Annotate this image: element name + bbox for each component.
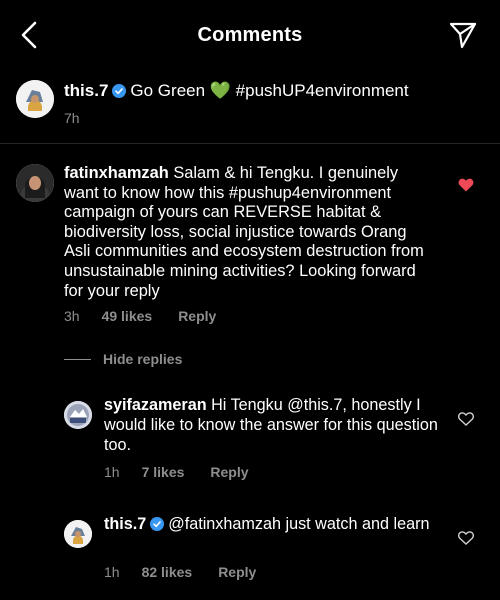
back-button[interactable] xyxy=(14,20,44,50)
reply-button[interactable]: Reply xyxy=(210,464,248,480)
page-title: Comments xyxy=(197,23,303,46)
post-caption: this.7 Go Green 💚 #pushUP4environment 7h xyxy=(0,70,500,142)
comment-text: Salam & hi Tengku. I genuinely want to k… xyxy=(64,164,424,300)
like-button[interactable] xyxy=(457,531,475,550)
avatar-image xyxy=(64,401,92,429)
avatar-image xyxy=(64,520,92,548)
avatar[interactable] xyxy=(16,164,54,202)
reply-text: @fatinxhamzah just watch and learn xyxy=(168,515,430,533)
reply-likes[interactable]: 82 likes xyxy=(142,564,193,580)
caption-time: 7h xyxy=(64,110,80,126)
heart-outline-icon xyxy=(457,412,475,426)
reply-time: 1h xyxy=(104,464,120,480)
reply-username[interactable]: syifazameran xyxy=(104,396,207,414)
comments-screen: Comments this.7 Go Green 💚 #pushUP4enviro… xyxy=(0,0,500,600)
avatar-image xyxy=(16,80,54,118)
heart-outline-icon xyxy=(457,531,475,545)
caption-text: Go Green 💚 #pushUP4environment xyxy=(130,81,409,100)
avatar[interactable] xyxy=(64,401,92,429)
avatar[interactable] xyxy=(64,520,92,548)
comment-username[interactable]: fatinxhamzah xyxy=(64,164,169,182)
reply-meta: 1h 7 likes Reply xyxy=(104,464,249,480)
reply-username[interactable]: this.7 xyxy=(104,515,146,533)
reply-time: 1h xyxy=(104,564,120,580)
verified-badge-icon xyxy=(112,82,127,103)
header: Comments xyxy=(0,0,500,70)
comment-time: 3h xyxy=(64,308,80,324)
like-button[interactable] xyxy=(458,178,474,197)
hide-replies-label: Hide replies xyxy=(103,351,183,367)
comment-meta: 3h 49 likes Reply xyxy=(64,308,216,324)
verified-badge-icon xyxy=(150,517,165,537)
share-button[interactable] xyxy=(448,20,478,50)
reply-meta: 1h 82 likes Reply xyxy=(104,564,256,580)
caption-username[interactable]: this.7 xyxy=(64,81,108,100)
avatar-image xyxy=(16,164,54,202)
reply-likes[interactable]: 7 likes xyxy=(142,464,185,480)
chevron-left-icon xyxy=(21,21,37,49)
paper-plane-icon xyxy=(449,22,477,49)
reply-button[interactable]: Reply xyxy=(218,564,256,580)
avatar[interactable] xyxy=(16,80,54,118)
divider-line xyxy=(64,358,91,360)
hide-replies-button[interactable]: Hide replies xyxy=(64,351,182,367)
comment-likes[interactable]: 49 likes xyxy=(102,308,153,324)
like-button[interactable] xyxy=(457,412,475,431)
reply-button[interactable]: Reply xyxy=(178,308,216,324)
divider xyxy=(0,143,500,144)
heart-filled-icon xyxy=(458,178,474,192)
